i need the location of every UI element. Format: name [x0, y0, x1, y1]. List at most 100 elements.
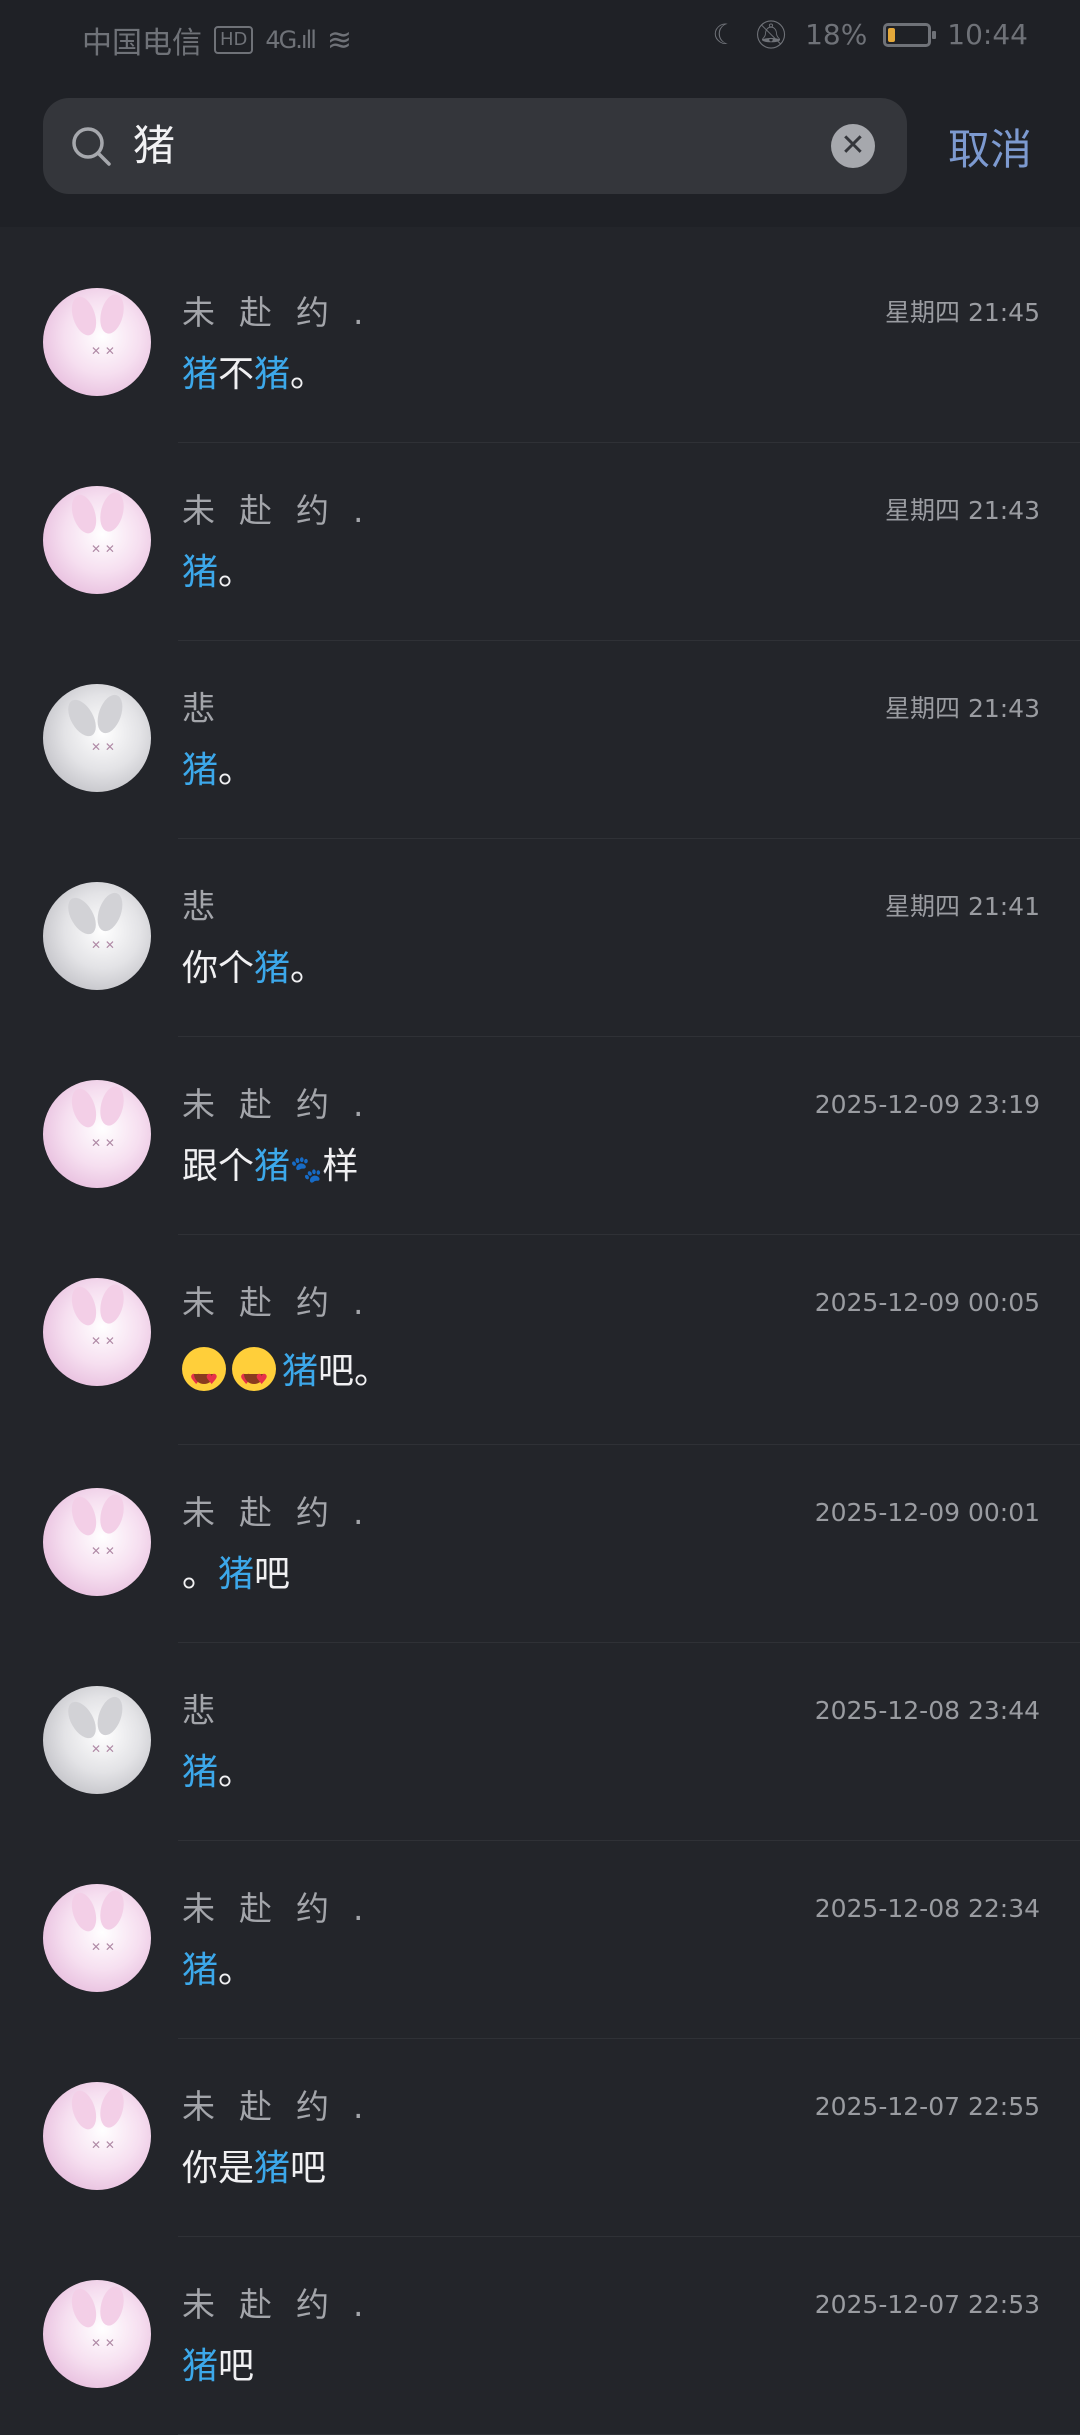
- message-text: 。: [218, 750, 255, 791]
- sender-name: 未赴约.: [182, 491, 388, 530]
- message-time: 星期四 21:43: [885, 496, 1040, 525]
- message-time: 2025-12-09 00:05: [814, 1288, 1040, 1317]
- search-result-item[interactable]: ✕ ✕ 未赴约. 2025-12-07 22:53 猪吧: [0, 2237, 1080, 2435]
- message-text: 你是: [182, 2148, 255, 2189]
- battery-percent: 18%: [805, 18, 868, 51]
- search-result-item[interactable]: ✕ ✕ 未赴约. 星期四 21:45 猪不猪。: [0, 245, 1080, 443]
- highlighted-keyword: 猪: [218, 1554, 255, 1595]
- avatar[interactable]: ✕ ✕: [43, 1278, 151, 1386]
- message-time: 星期四 21:43: [885, 694, 1040, 723]
- avatar[interactable]: ✕ ✕: [43, 2082, 151, 2190]
- search-result-item[interactable]: ✕ ✕ 未赴约. 星期四 21:43 猪。: [0, 443, 1080, 641]
- message-text: 。: [290, 948, 327, 989]
- highlighted-keyword: 猪: [254, 948, 291, 989]
- message-text: 跟个: [182, 1146, 255, 1187]
- message-time: 2025-12-09 23:19: [814, 1090, 1040, 1119]
- highlighted-keyword: 猪: [182, 2346, 219, 2387]
- message-snippet: 猪。: [182, 548, 254, 598]
- message-time: 2025-12-08 22:34: [814, 1894, 1040, 1923]
- message-text: 吧。: [318, 1351, 391, 1392]
- search-input[interactable]: 猪: [133, 116, 175, 176]
- message-snippet: 你是猪吧: [182, 2144, 326, 2194]
- search-result-item[interactable]: ✕ ✕ 未赴约. 2025-12-09 00:01 。猪吧: [0, 1445, 1080, 1643]
- message-text: 。: [218, 1950, 255, 1991]
- status-left: 中国电信 HD 4G.ıll ≋: [82, 18, 352, 62]
- highlighted-keyword: 猪: [182, 1950, 219, 1991]
- message-time: 星期四 21:41: [885, 892, 1040, 921]
- highlighted-keyword: 猪: [182, 552, 219, 593]
- message-snippet: 猪吧: [182, 2342, 254, 2392]
- clock: 10:44: [947, 18, 1028, 51]
- search-icon: [72, 127, 111, 166]
- heart-eyes-emoji: [182, 1347, 226, 1405]
- search-result-item[interactable]: ✕ ✕ 未赴约. 2025-12-07 22:55 你是猪吧: [0, 2039, 1080, 2237]
- search-result-item[interactable]: ✕ ✕ 悲 星期四 21:43 猪。: [0, 641, 1080, 839]
- sender-name: 悲: [182, 887, 215, 926]
- message-text: 。: [290, 354, 327, 395]
- battery-fill: [888, 27, 896, 42]
- search-box[interactable]: 猪 ✕: [43, 98, 907, 194]
- clear-search-button[interactable]: ✕: [831, 124, 875, 168]
- message-text: 吧: [254, 1554, 291, 1595]
- sender-name: 悲: [182, 689, 215, 728]
- message-text: 。: [182, 1554, 219, 1595]
- message-snippet: 你个猪。: [182, 944, 326, 994]
- sender-name: 未赴约.: [182, 1889, 388, 1928]
- avatar[interactable]: ✕ ✕: [43, 486, 151, 594]
- avatar[interactable]: ✕ ✕: [43, 1686, 151, 1794]
- search-result-item[interactable]: ✕ ✕ 未赴约. 2025-12-09 23:19 跟个猪🐾样: [0, 1037, 1080, 1235]
- sender-name: 未赴约.: [182, 2285, 388, 2324]
- avatar[interactable]: ✕ ✕: [43, 288, 151, 396]
- message-snippet: 猪。: [182, 1946, 254, 1996]
- sender-name: 未赴约.: [182, 293, 388, 332]
- avatar[interactable]: ✕ ✕: [43, 1488, 151, 1596]
- message-time: 2025-12-07 22:55: [814, 2092, 1040, 2121]
- highlighted-keyword: 猪: [282, 1351, 319, 1392]
- message-time: 2025-12-09 00:01: [814, 1498, 1040, 1527]
- search-result-item[interactable]: ✕ ✕ 未赴约. 2025-12-09 00:05 猪吧。: [0, 1235, 1080, 1445]
- highlighted-keyword: 猪: [254, 1146, 291, 1187]
- message-text: 吧: [290, 2148, 327, 2189]
- status-bar: 中国电信 HD 4G.ıll ≋ ☾ 🔕︎ 18% 10:44: [0, 0, 1080, 80]
- sender-name: 未赴约.: [182, 1493, 388, 1532]
- message-text: 。: [218, 1752, 255, 1793]
- avatar[interactable]: ✕ ✕: [43, 1080, 151, 1188]
- avatar[interactable]: ✕ ✕: [43, 2280, 151, 2388]
- message-text: 样: [322, 1146, 359, 1187]
- sender-name: 未赴约.: [182, 2087, 388, 2126]
- sender-name: 未赴约.: [182, 1283, 388, 1322]
- highlighted-keyword: 猪: [254, 2148, 291, 2189]
- avatar[interactable]: ✕ ✕: [43, 882, 151, 990]
- message-snippet: 猪。: [182, 1748, 254, 1798]
- hd-badge: HD: [214, 26, 254, 54]
- search-header: 猪 ✕ 取消: [0, 80, 1080, 227]
- message-text: 。: [218, 552, 255, 593]
- message-snippet: 跟个猪🐾样: [182, 1142, 358, 1195]
- message-snippet: 猪不猪。: [182, 350, 326, 400]
- message-snippet: 猪吧。: [182, 1347, 391, 1405]
- heart-eyes-emoji: [232, 1347, 276, 1405]
- mute-bell-icon: 🔕︎: [753, 18, 790, 51]
- sender-name: 未赴约.: [182, 1085, 388, 1124]
- message-time: 2025-12-07 22:53: [814, 2290, 1040, 2319]
- highlighted-keyword: 猪: [254, 354, 291, 395]
- signal-icon: 4G.ıll: [265, 26, 316, 54]
- search-result-item[interactable]: ✕ ✕ 未赴约. 2025-12-08 22:34 猪。: [0, 1841, 1080, 2039]
- status-right: ☾ 🔕︎ 18% 10:44: [712, 18, 1028, 51]
- network-label: 4G: [265, 26, 297, 54]
- highlighted-keyword: 猪: [182, 1752, 219, 1793]
- avatar[interactable]: ✕ ✕: [43, 1884, 151, 1992]
- wifi-icon: ≋: [326, 22, 353, 58]
- carrier-label: 中国电信: [82, 26, 202, 61]
- cancel-button[interactable]: 取消: [948, 120, 1032, 180]
- search-result-item[interactable]: ✕ ✕ 悲 星期四 21:41 你个猪。: [0, 839, 1080, 1037]
- search-result-list: ✕ ✕ 未赴约. 星期四 21:45 猪不猪。 ✕ ✕ 未赴约. 星期四 21:43 猪。 ✕ …: [0, 245, 1080, 2435]
- moon-icon: ☾: [712, 18, 738, 51]
- sender-name: 悲: [182, 1691, 215, 1730]
- message-text: 你个: [182, 948, 255, 989]
- message-snippet: 。猪吧: [182, 1550, 290, 1600]
- search-result-item[interactable]: ✕ ✕ 悲 2025-12-08 23:44 猪。: [0, 1643, 1080, 1841]
- message-text: 吧: [218, 2346, 255, 2387]
- avatar[interactable]: ✕ ✕: [43, 684, 151, 792]
- paw-emoji: 🐾: [290, 1155, 323, 1185]
